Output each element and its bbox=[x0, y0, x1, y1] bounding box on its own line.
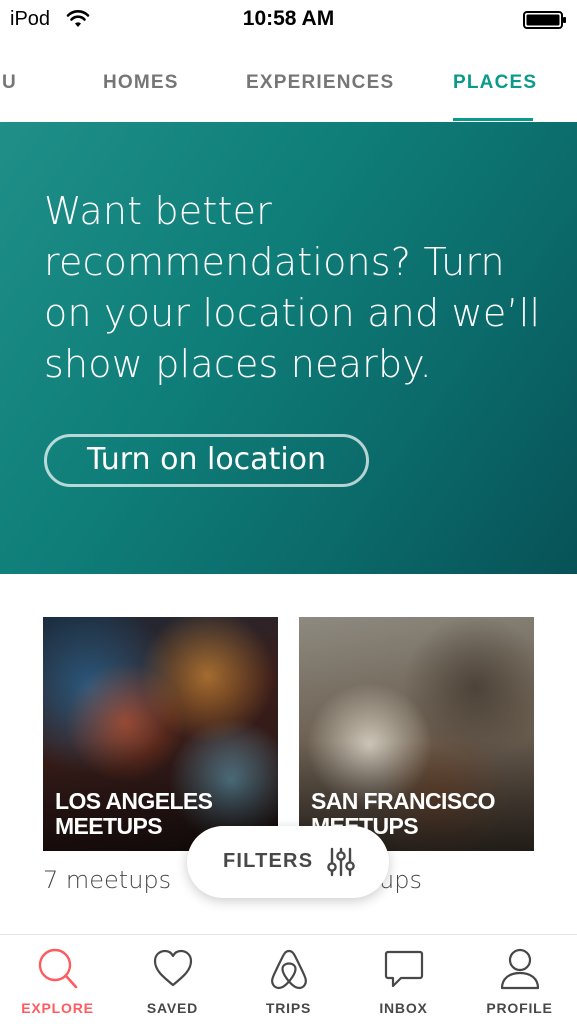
nav-label: EXPLORE bbox=[21, 1000, 94, 1016]
clock: 10:58 AM bbox=[242, 7, 335, 30]
explore-tabs: OU HOMES EXPERIENCES PLACES bbox=[0, 40, 577, 122]
bottom-navigation: EXPLORE SAVED TRIPS INBOX PROFILE bbox=[0, 934, 577, 1024]
person-icon bbox=[500, 948, 540, 990]
filters-button[interactable]: FILTERS bbox=[187, 826, 389, 898]
battery-icon bbox=[523, 11, 566, 29]
meetup-card-los-angeles[interactable]: LOS ANGELES MEETUPS bbox=[43, 617, 278, 851]
nav-explore[interactable]: EXPLORE bbox=[0, 935, 115, 1024]
nav-saved[interactable]: SAVED bbox=[115, 935, 230, 1024]
airbnb-logo-icon bbox=[271, 949, 307, 990]
chat-icon bbox=[384, 950, 424, 988]
nav-inbox[interactable]: INBOX bbox=[346, 935, 461, 1024]
heart-icon bbox=[153, 949, 193, 987]
filters-label: FILTERS bbox=[223, 850, 314, 872]
active-tab-indicator bbox=[453, 118, 533, 121]
card-meetup-count: 7 meetups bbox=[43, 866, 172, 894]
turn-on-location-button[interactable]: Turn on location bbox=[44, 434, 369, 487]
tab-experiences[interactable]: EXPERIENCES bbox=[246, 72, 394, 94]
meetup-card-san-francisco[interactable]: SAN FRANCISCO MEETUPS bbox=[299, 617, 534, 851]
nav-profile[interactable]: PROFILE bbox=[462, 935, 577, 1024]
sliders-icon bbox=[327, 847, 355, 877]
banner-message: Want better recommendations? Turn on you… bbox=[44, 189, 541, 386]
search-icon bbox=[38, 948, 78, 989]
nav-label: TRIPS bbox=[265, 1000, 312, 1016]
status-bar: iPod 10:58 AM bbox=[0, 0, 577, 40]
nav-label: PROFILE bbox=[486, 1000, 553, 1016]
tab-you[interactable]: OU bbox=[0, 72, 17, 94]
tab-places[interactable]: PLACES bbox=[453, 72, 537, 94]
nav-label: SAVED bbox=[146, 1000, 199, 1016]
location-banner: Want better recommendations? Turn on you… bbox=[0, 122, 577, 574]
tab-homes[interactable]: HOMES bbox=[103, 72, 179, 94]
nav-label: INBOX bbox=[379, 1000, 428, 1016]
nav-trips[interactable]: TRIPS bbox=[231, 935, 346, 1024]
